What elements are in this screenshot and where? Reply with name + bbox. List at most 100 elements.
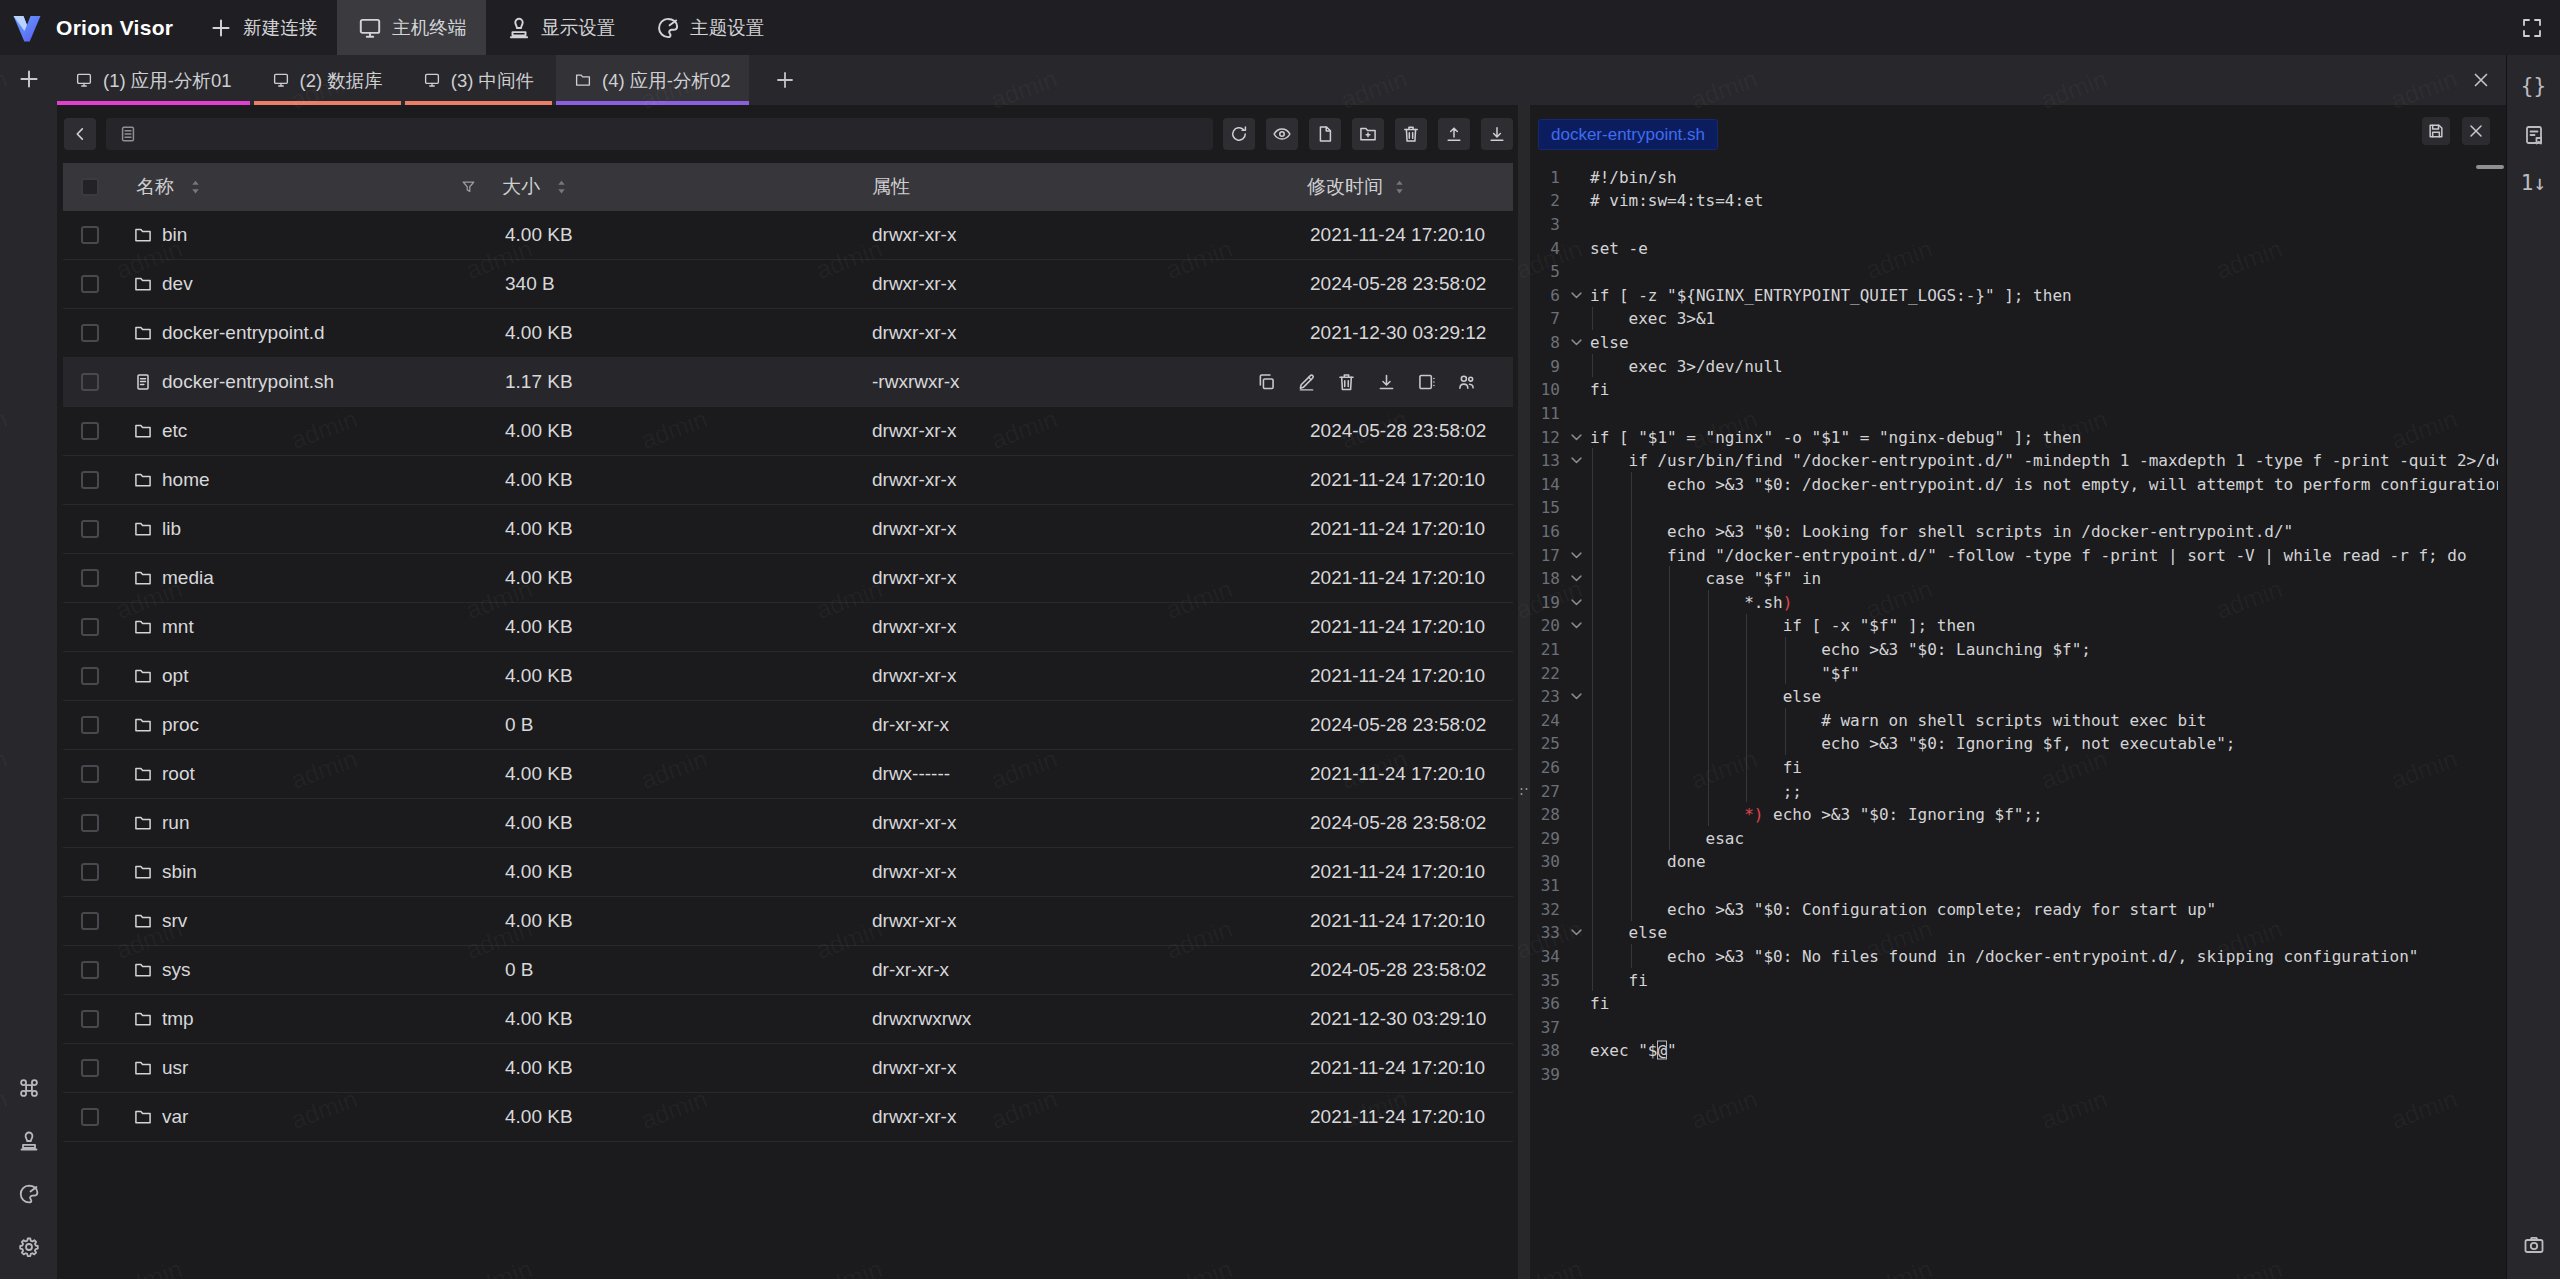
doc-bookmark-icon[interactable] [2522, 123, 2546, 147]
sort-icon[interactable] [187, 179, 204, 196]
path-input[interactable] [106, 118, 1213, 150]
sort-lines-icon[interactable]: 1↓ [2521, 173, 2546, 194]
file-name: dev [162, 273, 193, 295]
row-checkbox[interactable] [81, 471, 99, 489]
add-tab-button[interactable] [753, 55, 817, 105]
row-checkbox[interactable] [81, 275, 99, 293]
row-checkbox[interactable] [81, 618, 99, 636]
fold-chevron-icon[interactable] [1569, 594, 1584, 609]
menu-item-2[interactable]: 主机终端 [337, 0, 486, 55]
file-row-lib[interactable]: lib4.00 KBdrwxr-xr-x2021-11-24 17:20:10 [63, 505, 1513, 554]
file-row-usr[interactable]: usr4.00 KBdrwxr-xr-x2021-11-24 17:20:10 [63, 1044, 1513, 1093]
file-row-dev[interactable]: dev340 Bdrwxr-xr-x2024-05-28 23:58:02 [63, 260, 1513, 309]
menu-item-4[interactable]: 主题设置 [635, 0, 784, 55]
download-button[interactable] [1481, 118, 1513, 150]
delete-icon[interactable] [1336, 372, 1357, 393]
terminal-tab-3[interactable]: (3) 中间件 [405, 55, 552, 105]
gear-icon[interactable] [17, 1235, 41, 1259]
code-area[interactable]: 1#!/bin/sh2# vim:sw=4:ts=4:et34set -e56i… [1530, 165, 2498, 1279]
row-checkbox[interactable] [81, 863, 99, 881]
download-file-icon[interactable] [1376, 372, 1397, 393]
row-checkbox[interactable] [81, 814, 99, 832]
trash-button[interactable] [1395, 118, 1427, 150]
file-row-tmp[interactable]: tmp4.00 KBdrwxrwxrwx2021-12-30 03:29:10 [63, 995, 1513, 1044]
file-row-docker-entrypoint.d[interactable]: docker-entrypoint.d4.00 KBdrwxr-xr-x2021… [63, 309, 1513, 358]
row-checkbox[interactable] [81, 422, 99, 440]
file-row-var[interactable]: var4.00 KBdrwxr-xr-x2021-11-24 17:20:10 [63, 1093, 1513, 1142]
save-button[interactable] [2422, 117, 2450, 145]
row-checkbox[interactable] [81, 1108, 99, 1126]
fullscreen-icon[interactable] [2520, 16, 2544, 40]
palette-icon[interactable] [17, 1182, 41, 1206]
fold-chevron-icon[interactable] [1569, 429, 1584, 444]
file-row-home[interactable]: home4.00 KBdrwxr-xr-x2021-11-24 17:20:10 [63, 456, 1513, 505]
edit-icon[interactable] [1296, 372, 1317, 393]
command-icon[interactable] [17, 1076, 41, 1100]
panel-splitter[interactable] [1518, 105, 1530, 1279]
refresh-button[interactable] [1223, 118, 1255, 150]
close-all-button[interactable] [2470, 55, 2506, 105]
terminal-tab-1[interactable]: (1) 应用-分析01 [57, 55, 250, 105]
file-name: bin [162, 224, 187, 246]
file-row-run[interactable]: run4.00 KBdrwxr-xr-x2024-05-28 23:58:02 [63, 799, 1513, 848]
select-all-checkbox[interactable] [81, 178, 99, 196]
row-checkbox[interactable] [81, 667, 99, 685]
file-name: media [162, 567, 214, 589]
new-file-button[interactable] [1309, 118, 1341, 150]
menu-item-3[interactable]: 显示设置 [486, 0, 635, 55]
row-checkbox[interactable] [81, 569, 99, 587]
sort-icon[interactable] [553, 179, 570, 196]
upload-button[interactable] [1438, 118, 1470, 150]
fold-chevron-icon[interactable] [1569, 571, 1584, 586]
new-connection-button[interactable] [16, 66, 42, 92]
camera-icon[interactable] [2522, 1233, 2546, 1279]
fold-chevron-icon[interactable] [1569, 335, 1584, 350]
fold-chevron-icon[interactable] [1569, 547, 1584, 562]
row-checkbox[interactable] [81, 1059, 99, 1077]
file-row-opt[interactable]: opt4.00 KBdrwxr-xr-x2021-11-24 17:20:10 [63, 652, 1513, 701]
fold-chevron-icon[interactable] [1569, 453, 1584, 468]
file-row-bin[interactable]: bin4.00 KBdrwxr-xr-x2021-11-24 17:20:10 [63, 211, 1513, 260]
row-checkbox[interactable] [81, 716, 99, 734]
back-button[interactable] [64, 118, 96, 150]
terminal-tab-2[interactable]: (2) 数据库 [254, 55, 401, 105]
row-checkbox[interactable] [81, 961, 99, 979]
fold-chevron-icon[interactable] [1569, 287, 1584, 302]
row-checkbox[interactable] [81, 520, 99, 538]
brand: Orion Visor [0, 0, 173, 55]
file-row-srv[interactable]: srv4.00 KBdrwxr-xr-x2021-11-24 17:20:10 [63, 897, 1513, 946]
row-checkbox[interactable] [81, 373, 99, 391]
row-checkbox[interactable] [81, 324, 99, 342]
sort-icon[interactable] [1391, 179, 1408, 196]
file-row-media[interactable]: media4.00 KBdrwxr-xr-x2021-11-24 17:20:1… [63, 554, 1513, 603]
monitor-icon [423, 71, 441, 89]
line-number: 14 [1530, 474, 1560, 493]
new-folder-button[interactable] [1352, 118, 1384, 150]
row-checkbox[interactable] [81, 765, 99, 783]
filter-icon[interactable] [460, 179, 477, 196]
row-checkbox[interactable] [81, 912, 99, 930]
stamp-icon[interactable] [17, 1129, 41, 1153]
file-row-etc[interactable]: etc4.00 KBdrwxr-xr-x2024-05-28 23:58:02 [63, 407, 1513, 456]
terminal-tab-4[interactable]: (4) 应用-分析02 [556, 55, 749, 105]
row-checkbox[interactable] [81, 1010, 99, 1028]
row-checkbox[interactable] [81, 226, 99, 244]
file-dots-icon[interactable] [1416, 372, 1437, 393]
braces-icon[interactable]: {} [2521, 76, 2546, 97]
menu-item-1[interactable]: 新建连接 [188, 0, 337, 55]
eye-button[interactable] [1266, 118, 1298, 150]
file-row-sys[interactable]: sys0 Bdr-xr-xr-x2024-05-28 23:58:02 [63, 946, 1513, 995]
fold-chevron-icon[interactable] [1569, 689, 1584, 704]
file-row-root[interactable]: root4.00 KBdrwx------2021-11-24 17:20:10 [63, 750, 1513, 799]
editor-file-tag[interactable]: docker-entrypoint.sh [1538, 119, 1718, 150]
permissions-icon[interactable] [1456, 372, 1477, 393]
file-row-mnt[interactable]: mnt4.00 KBdrwxr-xr-x2021-11-24 17:20:10 [63, 603, 1513, 652]
file-row-proc[interactable]: proc0 Bdr-xr-xr-x2024-05-28 23:58:02 [63, 701, 1513, 750]
file-row-docker-entrypoint.sh[interactable]: docker-entrypoint.sh1.17 KB-rwxrwxr-x [63, 358, 1513, 407]
copy-icon[interactable] [1256, 372, 1277, 393]
code-line-3: 3 [1530, 212, 2498, 236]
file-row-sbin[interactable]: sbin4.00 KBdrwxr-xr-x2021-11-24 17:20:10 [63, 848, 1513, 897]
fold-chevron-icon[interactable] [1569, 925, 1584, 940]
fold-chevron-icon[interactable] [1569, 618, 1584, 633]
close-editor-button[interactable] [2462, 117, 2490, 145]
